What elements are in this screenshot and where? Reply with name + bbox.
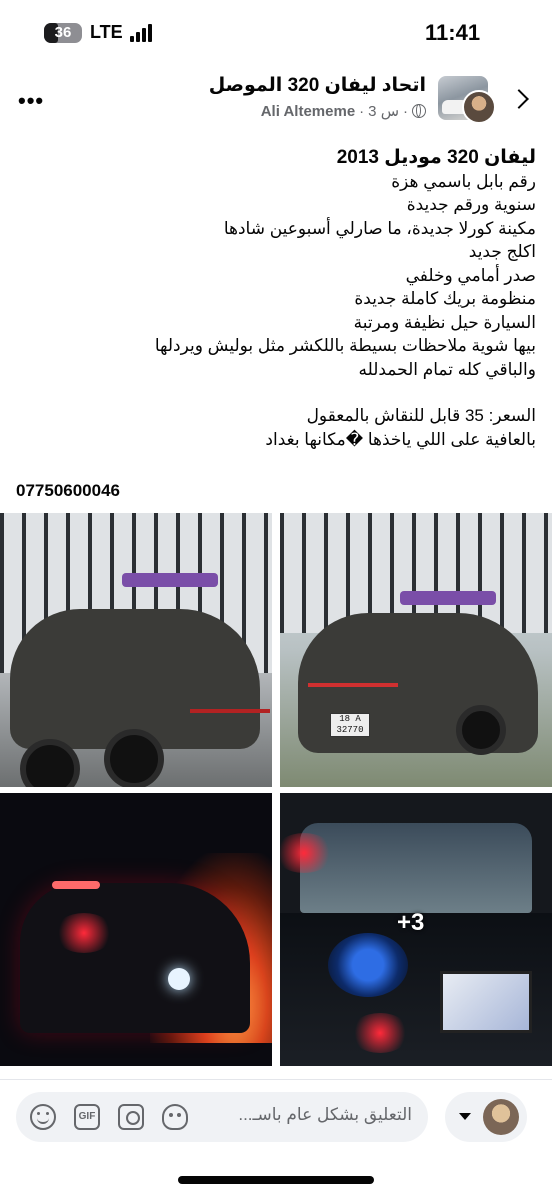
plate-line: 18 A [339,714,361,724]
status-bar: 36 LTE 11:41 [0,0,552,66]
avatar-sticker-icon[interactable] [162,1104,188,1130]
home-indicator[interactable] [178,1176,374,1184]
photo-car-interior[interactable]: +3 [280,793,552,1066]
post-meta: Ali Altememe · 3 س · [261,102,426,120]
post-line: مكينة كورلا جديدة، ما صارلي أسبوعين شاده… [223,218,536,238]
photo-car-night[interactable] [0,793,272,1066]
comment-input[interactable]: التعليق بشكل عام باسـ... GIF [16,1092,428,1142]
more-dots-icon[interactable]: ••• [18,90,44,112]
comment-placeholder: التعليق بشكل عام باسـ... [238,1105,412,1124]
user-avatar [483,1099,519,1135]
battery-indicator: 36 [44,23,82,43]
globe-icon [412,104,426,118]
post-line: السيارة حيل نظيفة ومرتبة [353,312,536,332]
chevron-right-icon[interactable] [509,89,529,109]
smile-icon[interactable] [30,1104,56,1130]
price-line: السعر: 35 قابل للنقاش بالمعقول [306,406,536,425]
post-headline: ليفان 320 موديل 2013 [336,147,536,168]
post-line: سنوية ورقم جديدة [406,195,536,214]
camera-icon[interactable] [118,1104,144,1130]
network-type: LTE [90,22,123,42]
photo-car-front[interactable]: 18 A 32770 [280,513,552,787]
price-line: بالعافية على اللي ياخذها �مكانها بغداد [265,429,536,449]
clock: 11:41 [425,20,481,45]
post-line: صدر أمامي وخلفي [405,265,536,285]
plate-line: 32770 [336,725,364,735]
post-body: ليفان 320 موديل 2013 رقم بابل باسمي هزة … [16,146,536,451]
license-plate: 18 A 32770 [330,713,370,737]
divider [0,1079,552,1080]
gif-icon[interactable]: GIF [74,1104,100,1130]
post-line: بيها شوية ملاحظات بسيطة باللكشر مثل بولي… [154,336,536,355]
phone-number[interactable]: 07750600046 [16,481,120,501]
author-name[interactable]: Ali Altememe [261,103,355,120]
group-name[interactable]: اتحاد ليفان 320 الموصل [209,74,426,97]
post-line: منظومة بريك كاملة جديدة [354,289,536,308]
post-line: والباقي كله تمام الحمدلله [358,359,536,379]
battery-level: 36 [54,24,72,41]
photo-car-side[interactable] [0,513,272,787]
comment-as-selector[interactable] [445,1092,527,1142]
caret-down-icon [459,1113,471,1120]
more-photos-count[interactable]: +3 [397,909,424,937]
post-line: اكلج جديد [468,242,536,261]
post-line: رقم بابل باسمي هزة [391,171,536,191]
post-age: 3 س [368,103,399,120]
signal-icon [130,24,156,42]
avatar[interactable] [462,90,496,124]
